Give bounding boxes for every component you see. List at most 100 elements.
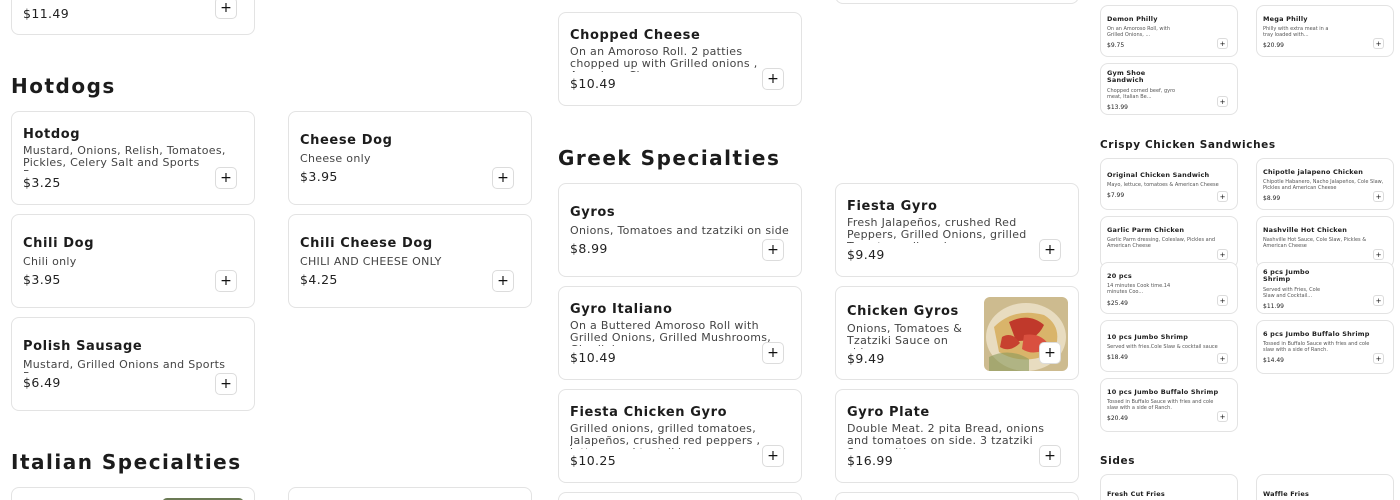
item-name: Chili Cheese Dog — [300, 236, 433, 251]
item-description: Mustard, Grilled Onions and Sports Peppe… — [23, 359, 226, 373]
menu-item-card[interactable] — [835, 492, 1079, 500]
item-price: $3.95 — [23, 272, 61, 287]
menu-item-polish-sausage[interactable]: Polish Sausage Mustard, Grilled Onions a… — [11, 317, 255, 411]
item-description: Tossed in Buffalo Sauce with fries and c… — [1107, 399, 1214, 411]
section-heading-greek: Greek Specialties — [558, 146, 781, 170]
menu-item-fiesta-gyro[interactable]: Fiesta Gyro Fresh Jalapeños, crushed Red… — [835, 183, 1079, 277]
add-to-cart-button[interactable]: + — [1373, 249, 1384, 260]
item-description: Onions, Tomatoes and tzatziki on side — [570, 225, 790, 237]
add-to-cart-button[interactable]: + — [492, 167, 514, 189]
menu-item-demon-philly[interactable]: Demon Philly On an Amoroso Roll, with Gr… — [1100, 5, 1238, 57]
item-name: 6 pcs Jumbo Shrimp — [1263, 268, 1310, 283]
item-price: $14.49 — [1263, 357, 1284, 364]
item-description: Mayo, lettuce, tomatoes & American Chees… — [1107, 182, 1219, 188]
menu-item-10-pcs-jumbo-shrimp[interactable]: 10 pcs Jumbo Shrimp Served with fries.Co… — [1100, 320, 1238, 372]
menu-item-chopped-cheese[interactable]: Chopped Cheese On an Amoroso Roll. 2 pat… — [558, 12, 802, 106]
add-to-cart-button[interactable]: + — [215, 167, 237, 189]
item-price: $10.25 — [570, 453, 617, 468]
item-price: $11.99 — [1263, 303, 1284, 310]
menu-item-card[interactable] — [11, 487, 255, 500]
item-price: $10.49 — [570, 76, 617, 91]
add-to-cart-button[interactable]: + — [1217, 411, 1228, 422]
item-name: Waffle Fries — [1263, 490, 1310, 498]
item-name: Polish Sausage — [23, 339, 143, 354]
item-description: Cheese only — [300, 153, 371, 165]
item-name: 20 pcs — [1107, 272, 1132, 280]
menu-item-gyro-plate[interactable]: Gyro Plate Double Meat. 2 pita Bread, on… — [835, 389, 1079, 483]
menu-item-fiesta-chicken-gyro[interactable]: Fiesta Chicken Gyro Grilled onions, gril… — [558, 389, 802, 483]
item-price: $4.25 — [300, 272, 338, 287]
add-to-cart-button[interactable]: + — [1217, 353, 1228, 364]
item-description: On an Amoroso Roll, with Grilled Onions,… — [1107, 26, 1170, 38]
add-to-cart-button[interactable]: + — [215, 0, 237, 19]
menu-item-original-chicken-sandwich[interactable]: Original Chicken Sandwich Mayo, lettuce,… — [1100, 158, 1238, 210]
item-description: Chili only — [23, 256, 77, 268]
section-heading-sides: Sides — [1100, 455, 1136, 467]
item-name: 10 pcs Jumbo Shrimp — [1107, 333, 1189, 341]
item-name: 6 pcs Jumbo Buffalo Shrimp — [1263, 330, 1370, 338]
add-to-cart-button[interactable]: + — [1039, 239, 1061, 261]
add-to-cart-button[interactable]: + — [1039, 342, 1061, 364]
add-to-cart-button[interactable]: + — [762, 68, 784, 90]
menu-item-gyro-italiano[interactable]: Gyro Italiano On a Buttered Amoroso Roll… — [558, 286, 802, 380]
add-to-cart-button[interactable]: + — [1217, 191, 1228, 202]
add-to-cart-button[interactable]: + — [215, 270, 237, 292]
item-description: Grilled onions, grilled tomatoes, Jalape… — [570, 423, 761, 449]
add-to-cart-button[interactable]: + — [1373, 38, 1384, 49]
item-description: Mustard, Onions, Relish, Tomatoes, Pickl… — [23, 145, 226, 171]
item-name: Demon Philly — [1107, 15, 1158, 23]
menu-item-chicken-gyros[interactable]: Chicken Gyros Onions, Tomatoes & Tzatzik… — [835, 286, 1079, 380]
add-to-cart-button[interactable]: + — [1373, 295, 1384, 306]
item-price: $7.99 — [1107, 192, 1125, 199]
item-name: Cheese Dog — [300, 133, 393, 148]
item-price: $10.49 — [570, 350, 617, 365]
item-name: Gyro Italiano — [570, 302, 673, 317]
add-to-cart-button[interactable]: + — [1217, 249, 1228, 260]
add-to-cart-button[interactable]: + — [492, 270, 514, 292]
menu-item-card[interactable] — [288, 487, 532, 500]
menu-item-card[interactable] — [558, 492, 802, 500]
menu-item-6-pcs-jumbo-shrimp[interactable]: 6 pcs Jumbo Shrimp Served with Fries, Co… — [1256, 262, 1394, 314]
item-name: Fresh Cut Fries — [1107, 490, 1165, 498]
section-heading-hotdogs: Hotdogs — [11, 74, 116, 98]
add-to-cart-button[interactable]: + — [762, 239, 784, 261]
menu-item-cheese-dog[interactable]: Cheese Dog Cheese only $3.95 + — [288, 111, 532, 205]
menu-item-garlic-parm-chicken[interactable]: Garlic Parm Chicken Garlic Parm dressing… — [1100, 216, 1238, 268]
item-description: On a Buttered Amoroso Roll with Grilled … — [570, 320, 772, 346]
item-price: $9.49 — [847, 247, 885, 262]
add-to-cart-button[interactable]: + — [1217, 96, 1228, 107]
item-name: Fiesta Gyro — [847, 199, 938, 214]
item-price: $13.99 — [1107, 104, 1128, 111]
item-name: Fiesta Chicken Gyro — [570, 405, 728, 420]
menu-item-gyros[interactable]: Gyros Onions, Tomatoes and tzatziki on s… — [558, 183, 802, 277]
menu-item-hotdog[interactable]: Hotdog Mustard, Onions, Relish, Tomatoes… — [11, 111, 255, 205]
menu-item-20-pcs[interactable]: 20 pcs 14 minutes Cook time.14 minutes C… — [1100, 262, 1238, 314]
menu-item-gym-shoe-sandwich[interactable]: Gym Shoe Sandwich Chopped corned beef, g… — [1100, 63, 1238, 115]
add-to-cart-button[interactable]: + — [1217, 295, 1228, 306]
menu-item-6-pcs-jumbo-buffalo-shrimp[interactable]: 6 pcs Jumbo Buffalo Shrimp Tossed in Buf… — [1256, 320, 1394, 374]
item-description: Philly with extra meat in a tray loaded … — [1263, 26, 1329, 38]
menu-item-mega-philly[interactable]: Mega Philly Philly with extra meat in a … — [1256, 5, 1394, 57]
menu-item-waffle-fries[interactable]: Waffle Fries — [1256, 474, 1394, 500]
menu-item-nashville-hot-chicken[interactable]: Nashville Hot Chicken Nashville Hot Sauc… — [1256, 216, 1394, 268]
add-to-cart-button[interactable]: + — [1039, 445, 1061, 467]
add-to-cart-button[interactable]: + — [762, 342, 784, 364]
add-to-cart-button[interactable]: + — [215, 373, 237, 395]
section-heading-crispy-chicken: Crispy Chicken Sandwiches — [1100, 139, 1276, 151]
add-to-cart-button[interactable]: + — [1373, 191, 1384, 202]
menu-item-chili-cheese-dog[interactable]: Chili Cheese Dog CHILI AND CHEESE ONLY $… — [288, 214, 532, 308]
item-price: $8.99 — [570, 241, 608, 256]
menu-item-chipotle-jalapeno-chicken[interactable]: Chipotle jalapeno Chicken Chipotle Haban… — [1256, 158, 1394, 210]
menu-item-fresh-cut-fries[interactable]: Fresh Cut Fries — [1100, 474, 1238, 500]
menu-item-10-pcs-jumbo-buffalo-shrimp[interactable]: 10 pcs Jumbo Buffalo Shrimp Tossed in Bu… — [1100, 378, 1238, 432]
item-price: $20.99 — [1263, 42, 1284, 49]
item-name: Chili Dog — [23, 236, 95, 251]
item-description: Garlic Parm dressing, Coleslaw, Pickles … — [1107, 237, 1216, 249]
add-to-cart-button[interactable]: + — [1373, 353, 1384, 364]
menu-item-card[interactable]: $11.49 + — [11, 0, 255, 35]
add-to-cart-button[interactable]: + — [762, 445, 784, 467]
menu-item-chili-dog[interactable]: Chili Dog Chili only $3.95 + — [11, 214, 255, 308]
menu-item-card[interactable] — [835, 0, 1079, 4]
add-to-cart-button[interactable]: + — [1217, 38, 1228, 49]
item-description: Served with Fries, Cole Slaw and Cocktai… — [1263, 287, 1321, 299]
